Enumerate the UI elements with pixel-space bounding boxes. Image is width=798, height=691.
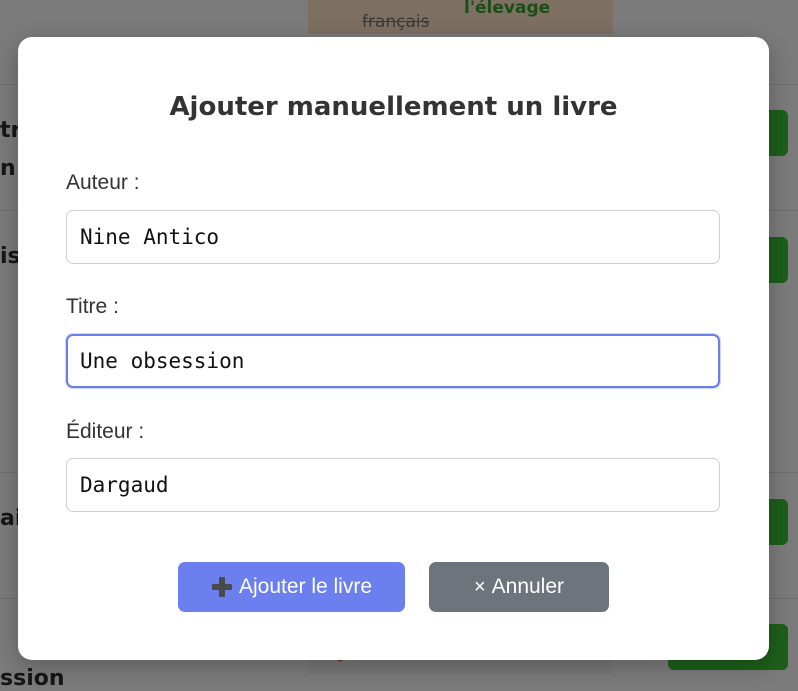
background-card — [308, 0, 613, 34]
x-icon: × — [473, 576, 486, 598]
plus-icon — [211, 576, 233, 598]
background-row-label: ssion — [0, 666, 65, 691]
modal-title: Ajouter manuellement un livre — [169, 92, 618, 122]
background-strike-text: français — [362, 12, 430, 32]
cancel-button-label: Annuler — [491, 575, 565, 598]
author-label: Auteur : — [66, 171, 140, 194]
add-book-button[interactable]: Ajouter le livre — [178, 562, 405, 612]
background-green-text: l'élevage — [464, 0, 551, 18]
author-input[interactable] — [66, 210, 720, 264]
title-input[interactable] — [66, 334, 720, 388]
title-label: Titre : — [66, 295, 119, 318]
add-book-button-label: Ajouter le livre — [238, 575, 373, 598]
publisher-input[interactable] — [66, 458, 720, 512]
add-book-modal: Ajouter manuellement un livre Auteur : T… — [18, 37, 769, 660]
cancel-button[interactable]: × Annuler — [429, 562, 609, 612]
publisher-label: Éditeur : — [66, 420, 145, 443]
